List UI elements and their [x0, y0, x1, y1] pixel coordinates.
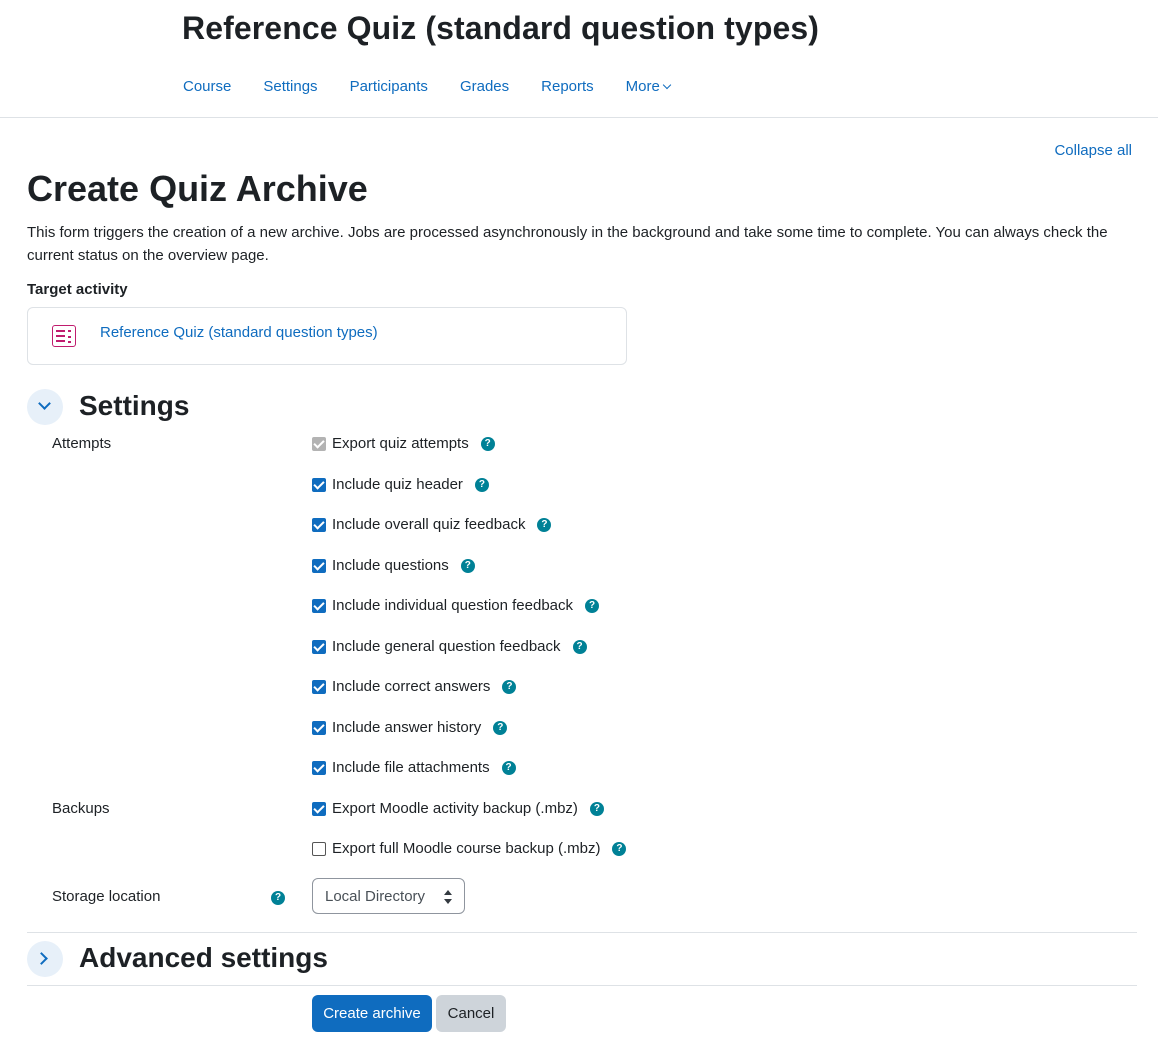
storage-location-label: Storage location	[52, 888, 161, 905]
nav-reports[interactable]: Reports	[541, 78, 594, 95]
help-icon[interactable]: ?	[501, 760, 516, 775]
advanced-settings-title: Advanced settings	[79, 942, 328, 973]
target-activity-link[interactable]: Reference Quiz (standard question types)	[100, 324, 378, 341]
chevron-down-icon	[662, 80, 672, 89]
nav-more[interactable]: More	[625, 78, 672, 95]
include-answer-history-checkbox[interactable]	[312, 720, 326, 735]
backups-label: Backups	[52, 800, 110, 817]
include-general-feedback-checkbox[interactable]	[312, 639, 326, 654]
include-file-attachments-row: Include file attachments ?	[312, 759, 516, 776]
export-quiz-attempts-row: Export quiz attempts ?	[312, 435, 495, 452]
help-icon[interactable]: ?	[480, 436, 495, 451]
chevron-down-icon	[38, 397, 51, 410]
target-activity-label: Target activity	[27, 281, 128, 298]
export-course-backup-checkbox[interactable]	[312, 841, 326, 856]
target-activity-card: Reference Quiz (standard question types)	[27, 307, 627, 365]
collapse-all-link[interactable]: Collapse all	[1054, 142, 1132, 159]
include-correct-answers-checkbox[interactable]	[312, 679, 326, 694]
nav-course[interactable]: Course	[183, 78, 231, 95]
include-individual-feedback-row: Include individual question feedback ?	[312, 597, 600, 614]
quiz-icon	[52, 325, 76, 347]
nav-more-label: More	[625, 78, 660, 95]
help-icon[interactable]: ?	[460, 558, 475, 573]
attempts-label: Attempts	[52, 435, 112, 452]
include-quiz-header-row: Include quiz header ?	[312, 476, 489, 493]
cancel-button[interactable]: Cancel	[436, 995, 506, 1032]
help-icon[interactable]: ?	[537, 517, 552, 532]
page-title: Create Quiz Archive	[27, 168, 368, 209]
include-overall-feedback-row: Include overall quiz feedback ?	[312, 516, 552, 533]
include-general-feedback-row: Include general question feedback ?	[312, 638, 587, 655]
checkbox-label: Include overall quiz feedback	[332, 516, 526, 533]
include-quiz-header-checkbox[interactable]	[312, 477, 326, 492]
help-icon[interactable]: ?	[589, 801, 604, 816]
include-answer-history-row: Include answer history ?	[312, 719, 508, 736]
include-questions-checkbox[interactable]	[312, 558, 326, 573]
export-activity-backup-checkbox[interactable]	[312, 801, 326, 816]
help-icon[interactable]: ?	[493, 720, 508, 735]
help-icon[interactable]: ?	[572, 639, 587, 654]
export-quiz-attempts-checkbox[interactable]	[312, 436, 326, 451]
settings-collapse-toggle[interactable]	[27, 389, 63, 425]
course-title: Reference Quiz (standard question types)	[182, 10, 820, 46]
include-correct-answers-row: Include correct answers ?	[312, 678, 517, 695]
help-icon[interactable]: ?	[585, 598, 600, 613]
help-icon[interactable]: ?	[502, 679, 517, 694]
advanced-settings-toggle[interactable]	[27, 941, 63, 977]
checkbox-label: Include quiz header	[332, 476, 463, 493]
chevron-right-icon	[35, 952, 48, 965]
nav-participants[interactable]: Participants	[350, 78, 428, 95]
select-arrows-icon	[444, 890, 452, 904]
checkbox-label: Export full Moodle course backup (.mbz)	[332, 840, 601, 857]
nav-grades[interactable]: Grades	[460, 78, 509, 95]
help-icon[interactable]: ?	[271, 891, 285, 905]
checkbox-label: Include file attachments	[332, 759, 490, 776]
include-individual-feedback-checkbox[interactable]	[312, 598, 326, 613]
course-header: Reference Quiz (standard question types)…	[0, 0, 1158, 118]
nav-settings[interactable]: Settings	[263, 78, 317, 95]
secondary-navigation: Course Settings Participants Grades Repo…	[183, 78, 702, 95]
help-icon[interactable]: ?	[612, 841, 627, 856]
include-overall-feedback-checkbox[interactable]	[312, 517, 326, 532]
help-icon[interactable]: ?	[474, 477, 489, 492]
intro-text: This form triggers the creation of a new…	[27, 224, 1108, 264]
checkbox-label: Export quiz attempts	[332, 435, 469, 452]
export-course-backup-row: Export full Moodle course backup (.mbz) …	[312, 840, 627, 857]
checkbox-label: Include individual question feedback	[332, 597, 574, 614]
include-file-attachments-checkbox[interactable]	[312, 760, 326, 775]
storage-location-select[interactable]: Local Directory	[312, 878, 465, 914]
divider	[27, 985, 1137, 986]
checkbox-label: Include questions	[332, 557, 449, 574]
settings-section-title: Settings	[79, 390, 190, 421]
storage-location-value: Local Directory	[325, 887, 426, 905]
include-questions-row: Include questions ?	[312, 557, 475, 574]
export-activity-backup-row: Export Moodle activity backup (.mbz) ?	[312, 800, 604, 817]
divider	[27, 932, 1137, 933]
checkbox-label: Include answer history	[332, 719, 482, 736]
create-archive-button[interactable]: Create archive	[312, 995, 432, 1032]
checkbox-label: Include correct answers	[332, 678, 491, 695]
checkbox-label: Include general question feedback	[332, 638, 561, 655]
checkbox-label: Export Moodle activity backup (.mbz)	[332, 800, 578, 817]
